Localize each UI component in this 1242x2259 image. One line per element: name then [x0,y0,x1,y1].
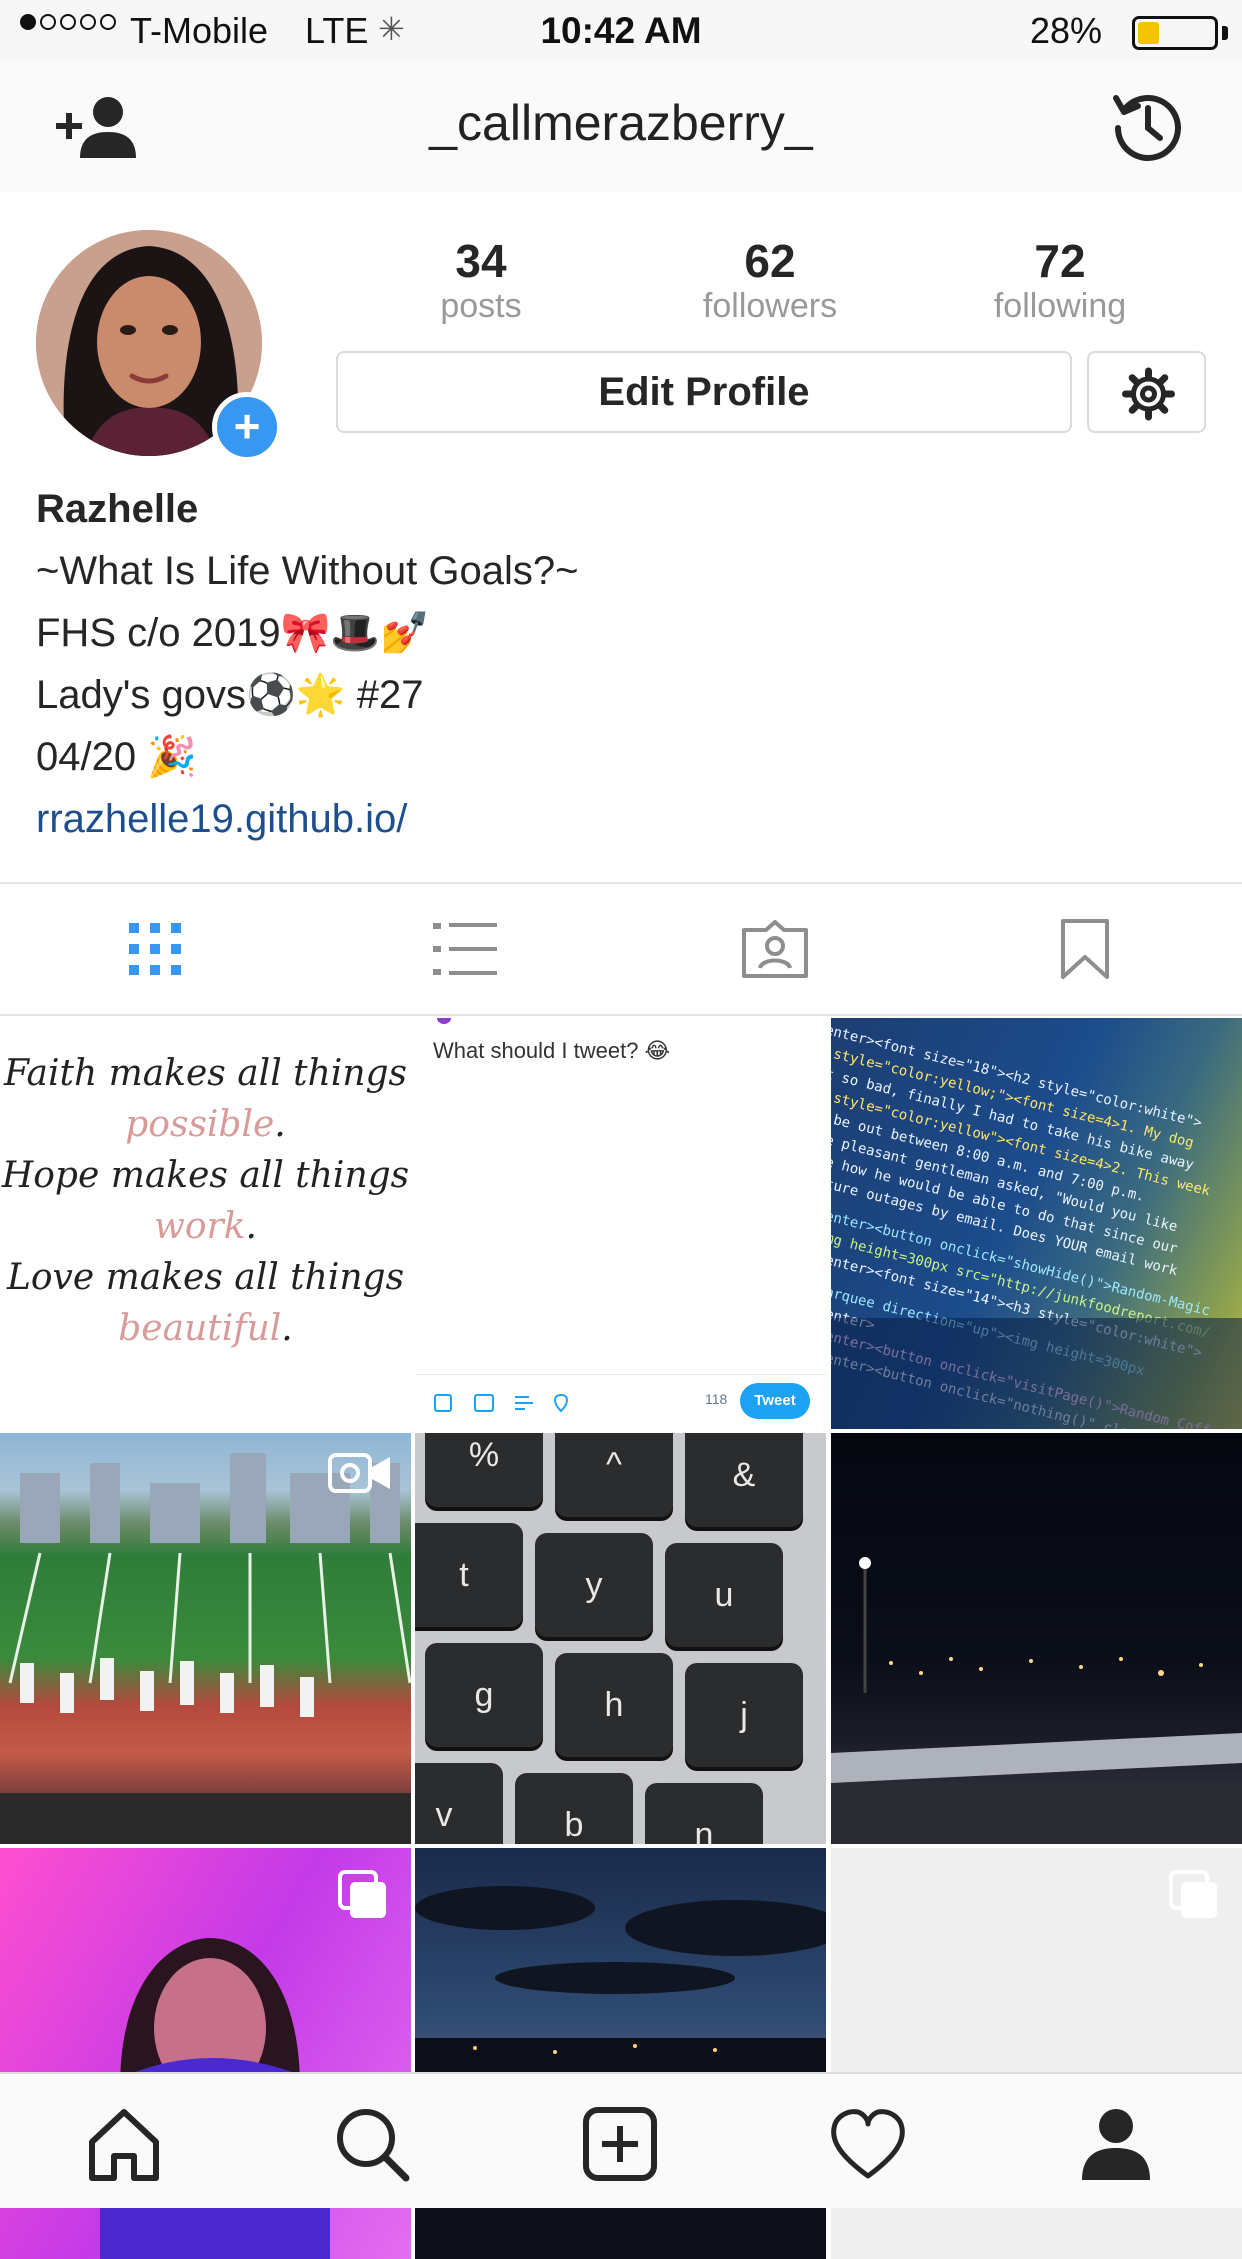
list-icon [433,923,497,975]
quote-line: Hope makes all things [1,1155,410,1196]
followers-count-label: followers [702,287,838,325]
tab-tagged[interactable] [620,884,930,1014]
tweet-toolbar: 118 Tweet [415,1374,826,1429]
battery-percent: 28% [1029,10,1102,51]
post-quote[interactable]: Faith makes all things possible. Hope ma… [0,1018,411,1429]
posts-count-label: posts [440,287,522,325]
display-name: Razhelle [36,487,199,531]
settings-button[interactable] [1087,351,1206,433]
new-post-icon[interactable] [580,2104,660,2184]
quote-highlight: beautiful [118,1308,282,1349]
profile-icon[interactable] [1076,2104,1156,2184]
quote-line: Faith makes all things [3,1053,408,1094]
video-icon [328,1453,390,1493]
profile-header-bar: _callmerazberry_ [0,62,1242,192]
tab-list[interactable] [310,884,620,1014]
battery-level-fill [1138,22,1159,44]
posts-count-value: 34 [455,235,507,287]
bio-line: 04/20 🎉 [36,735,198,779]
following-count[interactable]: 72 following [940,234,1180,324]
multiple-photos-icon [338,1870,386,1918]
quote-period: . [245,1206,257,1247]
search-icon[interactable] [332,2104,412,2184]
quote-period: . [274,1104,286,1145]
home-icon[interactable] [84,2104,164,2184]
bio: Razhelle ~What Is Life Without Goals?~ F… [36,478,1216,850]
edit-profile-button[interactable]: Edit Profile [336,351,1072,433]
website-link[interactable]: rrazhelle19.github.io/ [36,788,1216,850]
quote-highlight: possible [125,1104,275,1145]
post-night-city[interactable] [831,1433,1242,1844]
post-football-field[interactable] [0,1433,411,1844]
page-title: _callmerazberry_ [429,95,813,151]
followers-count-value: 62 [744,235,796,287]
followers-count[interactable]: 62 followers [650,234,890,324]
bookmark-icon [1061,919,1109,979]
history-icon[interactable] [1110,88,1186,164]
following-count-label: following [993,287,1127,325]
bottom-navigation [0,2072,1242,2208]
following-count-value: 72 [1034,235,1086,287]
multiple-photos-icon [1169,1870,1217,1918]
add-story-button[interactable]: + [212,392,282,462]
battery-icon [1132,16,1218,50]
post-keyboard[interactable]: % ^ & t y u g h j v b n [415,1433,826,1844]
bio-line: ~What Is Life Without Goals?~ [36,549,579,593]
quote-highlight: work [154,1206,246,1247]
quote-period: . [281,1308,293,1349]
tweet-button: Tweet [740,1383,810,1419]
quote-line: Love makes all things [6,1257,405,1298]
battery-nub [1222,26,1228,40]
activity-icon[interactable] [828,2104,908,2184]
tweet-char-count: 118 [705,1391,728,1407]
tab-grid[interactable] [0,884,310,1014]
gear-icon [1122,367,1175,421]
bio-line: FHS c/o 2019🎀🎩💅 [36,611,430,655]
posts-count[interactable]: 34 posts [361,234,601,324]
status-bar: T-Mobile LTE ✳ 10:42 AM 28% [0,0,1242,62]
post-tweet-screenshot[interactable]: What should I tweet? 😂 118 Tweet [415,1018,826,1429]
bio-line: Lady's govs⚽🌟 #27 [36,673,424,717]
tweet-media-icons [434,1393,568,1413]
tweet-text: What should I tweet? 😂 [433,1038,671,1063]
profile-tabs [0,882,1242,1016]
post-code-screen[interactable]: <center><font size="18"><h2 style="color… [831,1018,1242,1429]
tab-saved[interactable] [930,884,1240,1014]
grid-icon [129,923,181,975]
tagged-icon [742,920,808,978]
